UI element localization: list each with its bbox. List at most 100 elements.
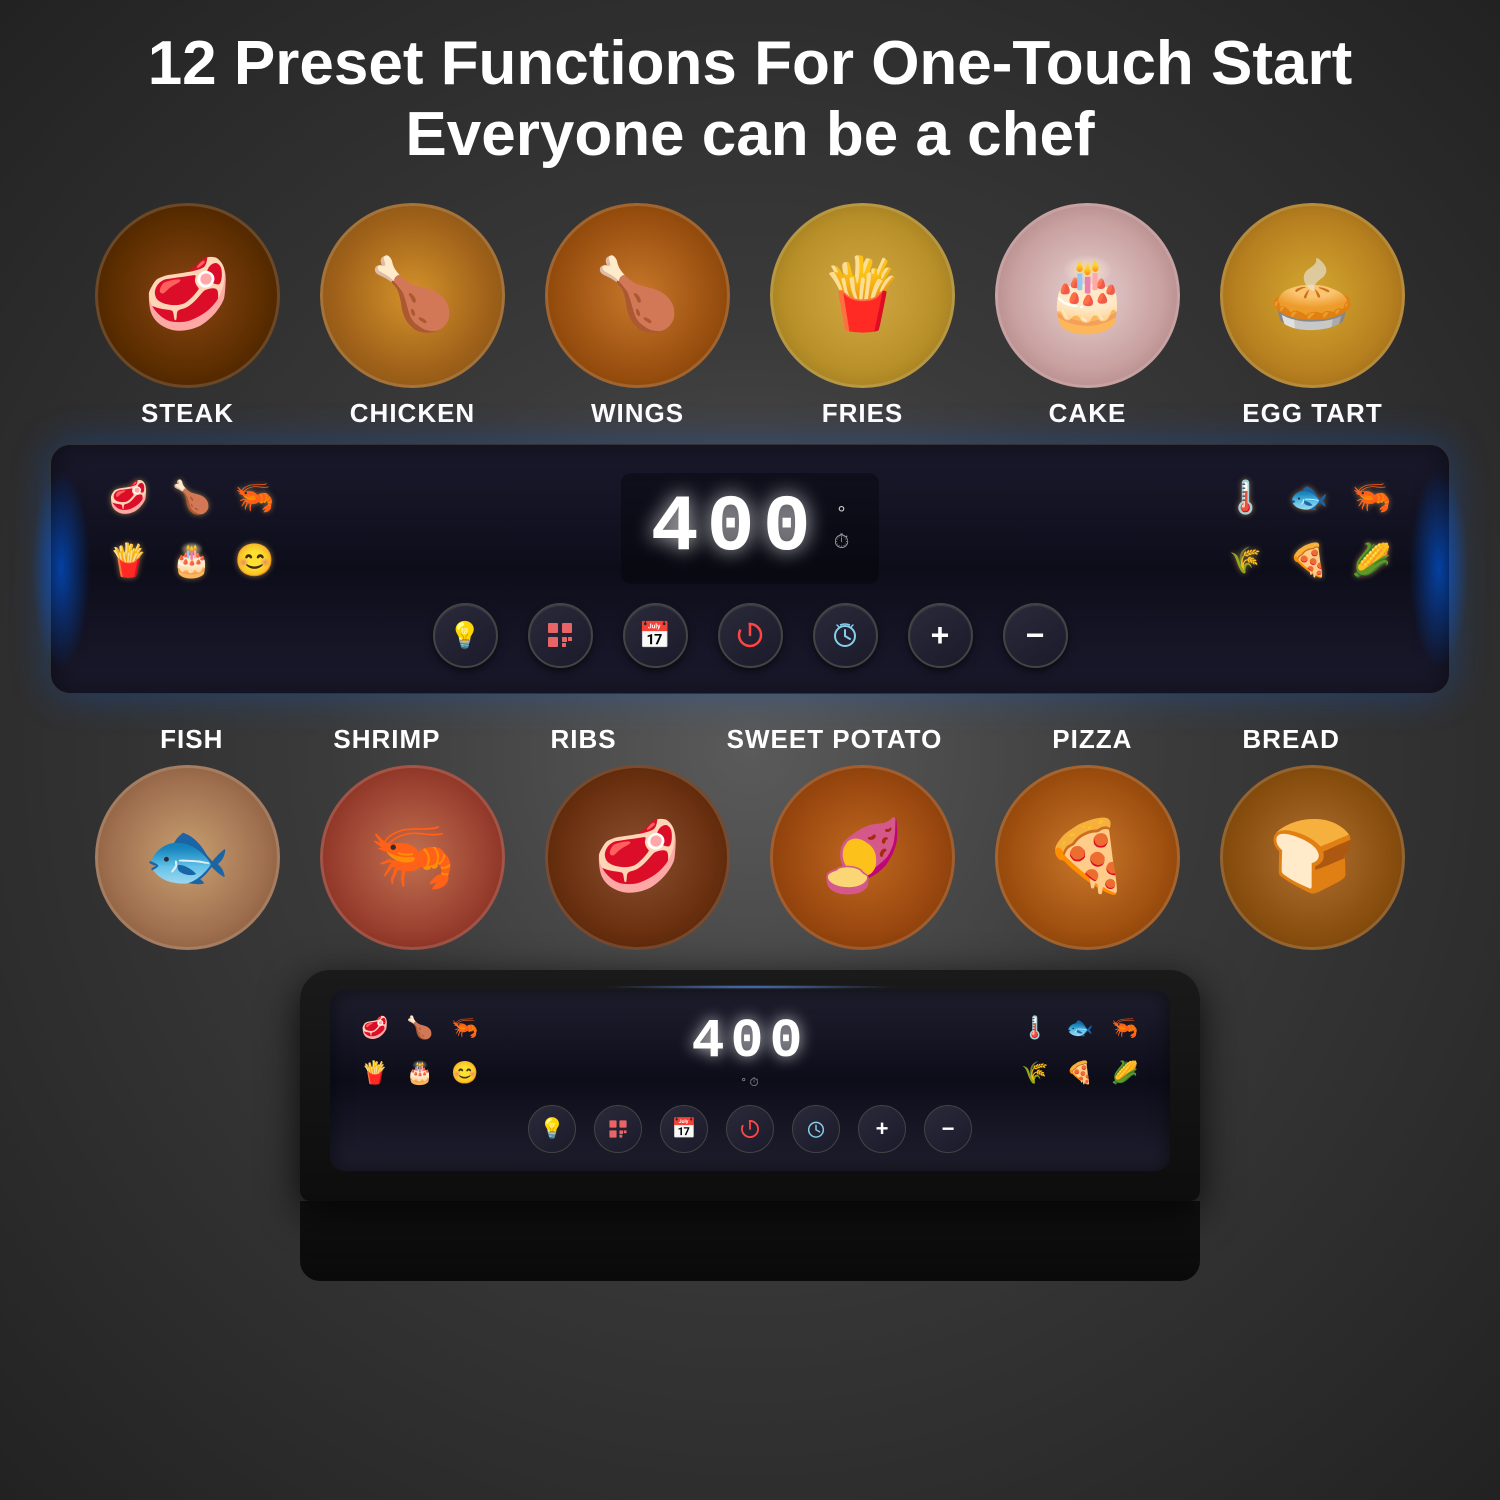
dev-icon-cake: 🎂 xyxy=(400,1053,440,1093)
food-circle-sweetpotato: 🍠 xyxy=(770,765,955,950)
bottom-label-bread: BREAD xyxy=(1242,724,1339,755)
device-right-icons: 🌡️ 🐟 🦐 🌾 🍕 🌽 xyxy=(1015,1008,1145,1093)
device-control-buttons: 💡 📅 xyxy=(355,1105,1145,1153)
title-section: 12 Preset Functions For One-Touch Start … xyxy=(0,0,1500,183)
food-item-fries: 🍟 FRIES xyxy=(770,203,955,429)
panel-icon-shrimp2: 🦐 xyxy=(1344,470,1399,525)
food-circle-cake: 🎂 xyxy=(995,203,1180,388)
panel-icon-smiley: 😊 xyxy=(227,533,282,588)
bottom-label-pizza: PIZZA xyxy=(1052,724,1132,755)
food-item-bread: 🍞 xyxy=(1220,765,1405,950)
panel-left-icons: 🥩 🍗 🦐 🍟 🎂 😊 xyxy=(101,470,282,588)
dev-icon-smiley: 😊 xyxy=(445,1053,485,1093)
timer-button[interactable] xyxy=(813,603,878,668)
device-left-icons: 🥩 🍗 🦐 🍟 🎂 😊 xyxy=(355,1008,485,1093)
food-circle-fries: 🍟 xyxy=(770,203,955,388)
top-food-row: 🥩 STEAK 🍗 CHICKEN 🍗 WINGS 🍟 FRIES 🎂 CAKE… xyxy=(0,183,1500,429)
qr-button[interactable] xyxy=(528,603,593,668)
title-line1: 12 Preset Functions For One-Touch Start xyxy=(60,30,1440,98)
bottom-labels-row: FISHSHRIMPRIBSSWEET POTATOPIZZABREAD xyxy=(0,709,1500,760)
food-label-fries: FRIES xyxy=(822,398,904,429)
dev-qr-button[interactable] xyxy=(594,1105,642,1153)
bottom-food-row: 🐟 🦐 🥩 🍠 🍕 🍞 xyxy=(0,760,1500,960)
panel-control-buttons: 💡 📅 xyxy=(81,603,1419,668)
device-wrapper: 🥩 🍗 🦐 🍟 🎂 😊 400 ° ⏱ 🌡️ 🐟 � xyxy=(0,960,1500,1281)
dev-icon-temp: 🌡️ xyxy=(1015,1008,1055,1048)
panel-icon-pizza: 🍕 xyxy=(1281,533,1336,588)
menu-button[interactable]: 📅 xyxy=(623,603,688,668)
food-emoji-steak: 🥩 xyxy=(144,254,231,336)
bottom-label-sweet-potato: SWEET POTATO xyxy=(727,724,943,755)
food-circle-wings: 🍗 xyxy=(545,203,730,388)
dev-icon-shrimp: 🦐 xyxy=(445,1008,485,1048)
bottom-label-shrimp: SHRIMP xyxy=(333,724,440,755)
dev-light-button[interactable]: 💡 xyxy=(528,1105,576,1153)
device-panel: 🥩 🍗 🦐 🍟 🎂 😊 400 ° ⏱ 🌡️ 🐟 � xyxy=(330,990,1170,1171)
timer-symbol: ⏱ xyxy=(834,531,850,554)
panel-icon-corn: 🌽 xyxy=(1344,533,1399,588)
dev-icon-fish: 🐟 xyxy=(1060,1008,1100,1048)
food-circle-pizza: 🍕 xyxy=(995,765,1180,950)
food-label-eggtart: EGG TART xyxy=(1242,398,1382,429)
food-emoji-sweetpotato: 🍠 xyxy=(819,816,906,898)
food-emoji-bread: 🍞 xyxy=(1269,816,1356,898)
food-item-cake: 🎂 CAKE xyxy=(995,203,1180,429)
dev-icon-steak: 🥩 xyxy=(355,1008,395,1048)
panel-display: 400 ° ⏱ xyxy=(621,473,880,584)
dev-minus-button[interactable]: − xyxy=(924,1105,972,1153)
dev-menu-button[interactable]: 📅 xyxy=(660,1105,708,1153)
food-emoji-pizza: 🍕 xyxy=(1044,816,1131,898)
food-emoji-chicken: 🍗 xyxy=(369,254,456,336)
food-circle-bread: 🍞 xyxy=(1220,765,1405,950)
device-degree: ° ⏱ xyxy=(741,1075,759,1090)
device-temp-display: 400 xyxy=(691,1010,808,1073)
minus-button[interactable]: − xyxy=(1003,603,1068,668)
food-circle-eggtart: 🥧 xyxy=(1220,203,1405,388)
panel-icon-grain: 🌾 xyxy=(1218,533,1273,588)
panel-icon-chicken: 🍗 xyxy=(164,470,219,525)
dev-timer-button[interactable] xyxy=(792,1105,840,1153)
food-item-shrimp: 🦐 xyxy=(320,765,505,950)
food-item-pizza: 🍕 xyxy=(995,765,1180,950)
food-circle-fish: 🐟 xyxy=(95,765,280,950)
device-display: 400 ° ⏱ xyxy=(691,1010,808,1090)
food-circle-ribs: 🥩 xyxy=(545,765,730,950)
control-panel-diagram: 🥩 🍗 🦐 🍟 🎂 😊 400 ° ⏱ 🌡️ 🐟 🦐 🌾 🍕 🌽 xyxy=(50,444,1450,694)
food-emoji-wings: 🍗 xyxy=(594,254,681,336)
food-emoji-shrimp: 🦐 xyxy=(369,816,456,898)
food-item-eggtart: 🥧 EGG TART xyxy=(1220,203,1405,429)
dev-plus-button[interactable]: + xyxy=(858,1105,906,1153)
food-label-cake: CAKE xyxy=(1049,398,1127,429)
panel-icon-shrimp: 🦐 xyxy=(227,470,282,525)
dev-icon-corn: 🌽 xyxy=(1105,1053,1145,1093)
food-label-wings: WINGS xyxy=(591,398,684,429)
food-emoji-ribs: 🥩 xyxy=(594,816,681,898)
panel-icon-fries: 🍟 xyxy=(101,533,156,588)
food-circle-shrimp: 🦐 xyxy=(320,765,505,950)
food-circle-steak: 🥩 xyxy=(95,203,280,388)
food-label-steak: STEAK xyxy=(141,398,234,429)
degree-symbol: ° xyxy=(838,503,846,526)
light-button[interactable]: 💡 xyxy=(433,603,498,668)
food-item-fish: 🐟 xyxy=(95,765,280,950)
dev-icon-grain: 🌾 xyxy=(1015,1053,1055,1093)
device-glow-top xyxy=(600,985,900,989)
food-item-chicken: 🍗 CHICKEN xyxy=(320,203,505,429)
power-button[interactable] xyxy=(718,603,783,668)
glow-left xyxy=(31,469,91,669)
food-item-steak: 🥩 STEAK xyxy=(95,203,280,429)
device-icons-row: 🥩 🍗 🦐 🍟 🎂 😊 400 ° ⏱ 🌡️ 🐟 � xyxy=(355,1008,1145,1093)
plus-button[interactable]: + xyxy=(908,603,973,668)
food-emoji-eggtart: 🥧 xyxy=(1269,254,1356,336)
panel-icon-cake: 🎂 xyxy=(164,533,219,588)
food-item-wings: 🍗 WINGS xyxy=(545,203,730,429)
panel-right-icons: 🌡️ 🐟 🦐 🌾 🍕 🌽 xyxy=(1218,470,1399,588)
panel-icons-row: 🥩 🍗 🦐 🍟 🎂 😊 400 ° ⏱ 🌡️ 🐟 🦐 🌾 🍕 🌽 xyxy=(81,470,1419,588)
dev-icon-shrimp2: 🦐 xyxy=(1105,1008,1145,1048)
food-circle-chicken: 🍗 xyxy=(320,203,505,388)
dev-power-button[interactable] xyxy=(726,1105,774,1153)
title-line2: Everyone can be a chef xyxy=(60,98,1440,172)
device-body: 🥩 🍗 🦐 🍟 🎂 😊 400 ° ⏱ 🌡️ 🐟 � xyxy=(300,970,1200,1201)
bottom-label-fish: FISH xyxy=(160,724,223,755)
temperature-display: 400 xyxy=(651,483,819,574)
